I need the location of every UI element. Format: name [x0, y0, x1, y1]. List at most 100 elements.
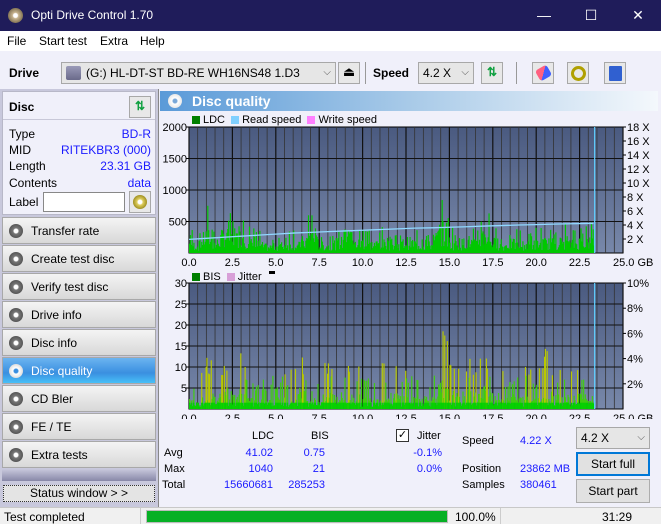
bis-x-tick-label: 2.5 [225, 413, 240, 419]
bis-y-tick-label: 10 [175, 362, 187, 374]
stats-max-label: Max [164, 463, 185, 475]
label-input[interactable] [43, 192, 125, 212]
start-full-button[interactable]: Start full [576, 452, 650, 476]
gears-icon [571, 66, 586, 81]
disc-header: Disc ⇅ [3, 92, 155, 120]
status-divider [140, 508, 141, 524]
ldc-y2-tick-label: 4 X [627, 220, 644, 232]
ldc-y-tick-label: 1000 [163, 185, 187, 197]
test-speed-select-value: 4.2 X [581, 431, 610, 445]
close-button[interactable]: ✕ [615, 0, 661, 31]
bis-avg: 0.75 [303, 447, 325, 459]
bis-max: 21 [312, 463, 325, 475]
bis-total: 285253 [288, 479, 325, 491]
bis-y2-tick-label: 2% [627, 379, 643, 391]
label-apply-button[interactable] [129, 191, 151, 213]
speed-label: Speed [373, 66, 410, 80]
ldc-x-tick-label: 17.5 [482, 257, 503, 269]
bis-bar [381, 363, 383, 409]
refresh-button[interactable]: ⇅ [481, 62, 503, 84]
nav-label: Disc info [31, 336, 78, 350]
maximize-button[interactable]: ☐ [568, 0, 614, 31]
ldc-y2-tick-label: 14 X [627, 150, 650, 162]
nav-fe-te[interactable]: FE / TE [2, 413, 156, 440]
bis-bar [442, 331, 444, 409]
length-value: 23.31 GB [100, 159, 151, 173]
menu-start-test[interactable]: Start test [39, 34, 87, 48]
status-window-button[interactable]: Status window > > [3, 485, 155, 502]
nav-spacer [2, 469, 156, 481]
ldc-x-tick-label: 5.0 [268, 257, 283, 269]
minimize-button[interactable]: — [521, 0, 567, 31]
ldc-x-tick-label: 12.5 [395, 257, 416, 269]
ldc-x-tick-label: 7.5 [312, 257, 327, 269]
ldc-bar [329, 236, 331, 253]
nav-label: CD Bler [31, 392, 74, 406]
disc-quality-panel: Disc quality LDC Read speed Write speed … [158, 89, 661, 507]
nav-label: Transfer rate [31, 224, 100, 238]
start-part-button[interactable]: Start part [576, 479, 650, 503]
toolbar-separator [516, 62, 517, 84]
bis-y-tick-label: 15 [175, 341, 187, 353]
speed-select[interactable]: 4.2 X ⌵ [418, 62, 474, 84]
nav-verify-test-disc[interactable]: Verify test disc [2, 273, 156, 300]
stats-avg-label: Avg [164, 447, 183, 459]
extra-tests-icon [9, 448, 23, 462]
drive-select-value: (G:) HL-DT-ST BD-RE WH16NS48 1.D3 [86, 66, 300, 80]
nav-label: Extra tests [31, 448, 88, 462]
ldc-max: 1040 [248, 463, 273, 475]
elapsed-time: 31:29 [602, 510, 633, 524]
fe-te-icon [9, 420, 23, 434]
ldc-bar [293, 230, 295, 253]
menu-help[interactable]: Help [140, 34, 165, 48]
nav-disc-info[interactable]: Disc info [2, 329, 156, 356]
nav-create-test-disc[interactable]: Create test disc [2, 245, 156, 272]
save-button[interactable] [604, 62, 626, 84]
position-value: 23862 MB [520, 463, 571, 475]
nav-disc-quality[interactable]: Disc quality [2, 357, 156, 384]
transfer-rate-icon [9, 224, 23, 238]
settings-button[interactable] [567, 62, 589, 84]
menu-bar: File Start test Extra Help [0, 31, 661, 51]
nav-extra-tests[interactable]: Extra tests [2, 441, 156, 468]
eject-button[interactable]: ⏏ [338, 62, 360, 84]
nav-drive-info[interactable]: Drive info [2, 301, 156, 328]
contents-value: data [127, 176, 151, 190]
drive-select[interactable]: (G:) HL-DT-ST BD-RE WH16NS48 1.D3 ⌵ [61, 62, 336, 84]
type-value: BD-R [121, 127, 151, 141]
test-speed-select[interactable]: 4.2 X ⌵ [576, 427, 650, 449]
bis-bar [450, 365, 452, 409]
bis-x-tick-label: 7.5 [312, 413, 327, 419]
toolbar-separator [365, 62, 366, 84]
disc-icon [133, 195, 147, 209]
jitter-checkbox[interactable]: ✓ [396, 429, 409, 442]
erase-button[interactable] [532, 62, 554, 84]
chevron-down-icon: ⌵ [637, 432, 645, 443]
ldc-x-tick-label: 10.0 [352, 257, 373, 269]
ldc-x-tick-label: 22.5 [569, 257, 590, 269]
bis-y2-tick-label: 8% [627, 303, 643, 315]
ldc-y-tick-label: 1500 [163, 154, 187, 166]
nav-label: FE / TE [31, 420, 72, 434]
ldc-y2-tick-label: 2 X [627, 234, 644, 246]
ldc-avg: 41.02 [245, 447, 273, 459]
ldc-y2-tick-label: 8 X [627, 192, 644, 204]
nav-label: Verify test disc [31, 280, 109, 294]
verify-disc-icon [9, 280, 23, 294]
bis-y2-tick-label: 4% [627, 354, 643, 366]
length-label: Length [9, 159, 46, 173]
ldc-bar [540, 228, 542, 253]
menu-file[interactable]: File [7, 34, 26, 48]
samples-label: Samples [462, 479, 505, 491]
menu-extra[interactable]: Extra [100, 34, 128, 48]
window-title: Opti Drive Control 1.70 [31, 8, 154, 22]
disc-refresh-button[interactable]: ⇅ [129, 96, 151, 118]
create-disc-icon [9, 252, 23, 266]
chevron-down-icon: ⌵ [323, 67, 331, 78]
nav-cd-bler[interactable]: CD Bler [2, 385, 156, 412]
nav-transfer-rate[interactable]: Transfer rate [2, 217, 156, 244]
app-disc-icon [8, 8, 23, 23]
ldc-y-tick-label: 2000 [163, 122, 187, 134]
disc-info-icon [9, 336, 23, 350]
bis-x-tick-label: 10.0 [352, 413, 373, 419]
